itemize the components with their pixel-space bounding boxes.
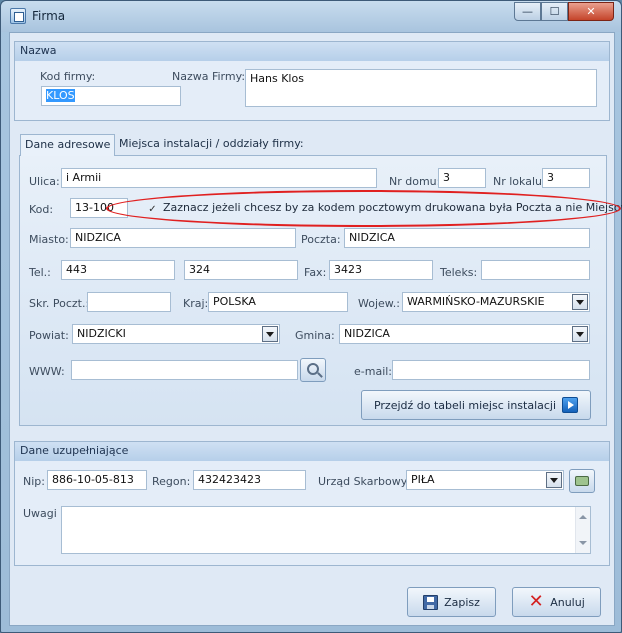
- uwagi-textarea[interactable]: [61, 506, 591, 554]
- cancel-label: Anuluj: [550, 595, 585, 609]
- uwagi-scrollbar[interactable]: [575, 507, 590, 553]
- fax-label: Fax:: [304, 266, 327, 279]
- goto-installations-button[interactable]: Przejdź do tabeli miejsc instalacji: [361, 390, 591, 420]
- nazwa-firmy-label: Nazwa Firmy:: [172, 70, 246, 83]
- urzad-skarbowy-value: PIŁA: [411, 473, 435, 486]
- nazwa-group: Nazwa Kod firmy: KLOS Nazwa Firmy: Hans …: [14, 41, 610, 121]
- arrow-right-icon: [562, 397, 579, 413]
- wojewodztwo-label: Wojew.:: [358, 297, 400, 310]
- powiat-value: NIDZICKI: [77, 327, 126, 340]
- www-input[interactable]: [71, 360, 298, 380]
- wojewodztwo-value: WARMIŃSKO-MAZURSKIE: [407, 295, 545, 308]
- nip-label: Nip:: [23, 475, 45, 488]
- www-label: WWW:: [29, 365, 65, 378]
- chevron-down-icon[interactable]: [572, 294, 588, 310]
- firma-window: Firma — ☐ ✕ Nazwa Kod firmy: KLOS Nazwa …: [0, 0, 622, 633]
- skr-poczt-input[interactable]: [87, 292, 171, 312]
- tel1-input[interactable]: 443: [61, 260, 175, 280]
- powiat-label: Powiat:: [29, 329, 69, 342]
- nr-lokalu-input[interactable]: 3: [542, 168, 590, 188]
- window-client-area: Nazwa Kod firmy: KLOS Nazwa Firmy: Hans …: [9, 32, 622, 626]
- save-icon: [423, 594, 439, 610]
- nr-domu-input[interactable]: 3: [438, 168, 486, 188]
- save-label: Zapisz: [444, 595, 480, 609]
- kraj-input[interactable]: POLSKA: [208, 292, 348, 312]
- tab-miejsca-instalacji[interactable]: Miejsca instalacji / oddziały firmy:: [115, 134, 308, 156]
- goto-installations-label: Przejdź do tabeli miejsc instalacji: [373, 398, 557, 412]
- kraj-label: Kraj:: [183, 297, 209, 310]
- www-search-button[interactable]: [300, 358, 326, 382]
- poczta-label: Poczta:: [301, 233, 341, 246]
- miasto-input[interactable]: NIDZICA: [70, 228, 296, 248]
- teleks-label: Teleks:: [440, 266, 478, 279]
- poczta-input[interactable]: NIDZICA: [344, 228, 590, 248]
- close-button[interactable]: ✕: [568, 2, 614, 21]
- chevron-down-icon[interactable]: [262, 326, 278, 342]
- email-input[interactable]: [392, 360, 590, 380]
- teleks-input[interactable]: [481, 260, 590, 280]
- tel2-input[interactable]: 324: [184, 260, 298, 280]
- save-button[interactable]: Zapisz: [407, 587, 496, 617]
- nr-lokalu-label: Nr lokalu:: [493, 175, 546, 188]
- tel-label: Tel.:: [29, 266, 51, 279]
- miasto-label: Miasto:: [29, 233, 69, 246]
- powiat-select[interactable]: NIDZICKI: [72, 324, 280, 344]
- kod-firmy-input[interactable]: KLOS: [41, 86, 181, 106]
- chevron-down-icon[interactable]: [572, 326, 588, 342]
- regon-label: Regon:: [152, 475, 191, 488]
- urzad-skarbowy-select[interactable]: PIŁA: [406, 470, 564, 490]
- nazwa-firmy-input[interactable]: Hans Klos: [245, 69, 597, 107]
- kod-firmy-value: KLOS: [46, 89, 75, 102]
- app-icon: [10, 8, 26, 24]
- dane-uzupelniajace-header: Dane uzupełniające: [15, 442, 609, 461]
- maximize-button[interactable]: ☐: [541, 2, 568, 21]
- kod-label: Kod:: [29, 203, 54, 216]
- cancel-icon: ✕: [528, 591, 544, 612]
- minimize-button[interactable]: —: [514, 2, 541, 21]
- urzad-skarbowy-label: Urząd Skarbowy:: [318, 475, 411, 488]
- window-title: Firma: [32, 9, 66, 23]
- tab-dane-adresowe[interactable]: Dane adresowe: [20, 134, 116, 156]
- gmina-select[interactable]: NIDZICA: [339, 324, 590, 344]
- nr-domu-label: Nr domu:: [389, 175, 441, 188]
- regon-input[interactable]: 432423423: [193, 470, 306, 490]
- urzad-lookup-button[interactable]: [569, 469, 595, 493]
- cancel-button[interactable]: ✕ Anuluj: [512, 587, 601, 617]
- title-bar[interactable]: Firma — ☐ ✕: [1, 1, 621, 32]
- kod-firmy-label: Kod firmy:: [40, 70, 96, 83]
- chevron-down-icon[interactable]: [546, 472, 562, 488]
- wojewodztwo-select[interactable]: WARMIŃSKO-MAZURSKIE: [402, 292, 590, 312]
- nazwa-group-header: Nazwa: [15, 42, 609, 61]
- ulica-input[interactable]: i Armii: [61, 168, 377, 188]
- fax-input[interactable]: 3423: [329, 260, 433, 280]
- gmina-value: NIDZICA: [344, 327, 390, 340]
- ulica-label: Ulica:: [29, 175, 60, 188]
- search-icon: [307, 363, 319, 375]
- nip-input[interactable]: 886-10-05-813: [47, 470, 147, 490]
- lookup-icon: [575, 476, 589, 486]
- email-label: e-mail:: [354, 365, 393, 378]
- highlight-ellipse: [106, 190, 621, 227]
- scroll-down-icon[interactable]: [579, 541, 587, 545]
- scroll-up-icon[interactable]: [579, 515, 587, 519]
- gmina-label: Gmina:: [295, 329, 335, 342]
- uwagi-label: Uwagi: [23, 507, 57, 520]
- skr-poczt-label: Skr. Poczt.:: [29, 297, 90, 310]
